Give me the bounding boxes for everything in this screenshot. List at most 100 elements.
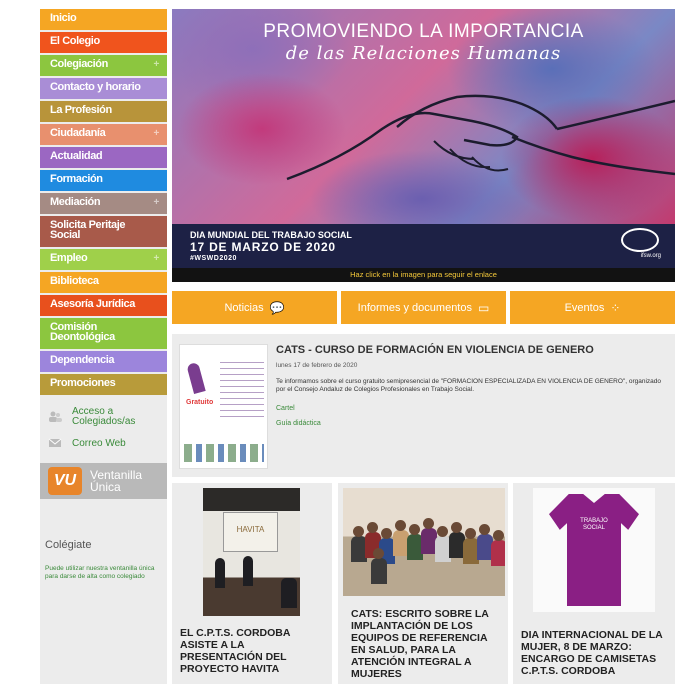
sidebar-item[interactable]: Inicio [40, 9, 167, 30]
t-shirt-print: TRABAJO SOCIAL [580, 518, 608, 531]
news-card-title[interactable]: CATS: ESCRITO SOBRE LA IMPLANTACIÓN DE L… [351, 608, 499, 680]
person-figure [281, 578, 297, 608]
poster-logos [184, 444, 264, 462]
sidebar-item[interactable]: Mediación + [40, 193, 167, 214]
sidebar-item-label: Actualidad [50, 150, 103, 162]
expand-plus-icon[interactable]: + [154, 60, 160, 70]
person-head [451, 522, 462, 533]
news-card-image[interactable] [343, 488, 505, 596]
sidebar-item-label: Colegiación [50, 58, 108, 70]
person-head [367, 522, 378, 533]
sidebar-item[interactable]: La Profesión [40, 101, 167, 122]
sidebar-item[interactable]: Asesoría Jurídica [40, 295, 167, 316]
featured-title[interactable]: CATS - CURSO DE FORMACIÓN EN VIOLENCIA D… [276, 344, 594, 356]
expand-plus-icon[interactable]: + [154, 129, 160, 139]
sidebar-item[interactable]: Contacto y horario [40, 78, 167, 99]
sidebar-item-label: Comisión Deontológica [50, 321, 115, 343]
spinner-icon: ⁘ [610, 300, 621, 315]
sidebar: Inicio El Colegio Colegiación + Contacto y h… [40, 9, 167, 684]
section-tabs: Noticias 💬 Informes y documentos ▭ Event… [172, 291, 675, 324]
sidebar-item[interactable]: Dependencia [40, 351, 167, 372]
news-card-image[interactable]: HAVITA [203, 488, 300, 616]
user-group-icon [49, 411, 62, 422]
sidebar-item[interactable]: El Colegio [40, 32, 167, 53]
acceso-colegiados-link[interactable]: Acceso a Colegiados/as [48, 407, 167, 427]
person-head [493, 530, 504, 541]
sidebar-item-label: Promociones [50, 377, 116, 389]
sidebar-item-label: Mediación [50, 196, 101, 208]
news-card[interactable]: HAVITA EL C.P.T.S. CORDOBA ASISTE A LA P… [172, 483, 332, 684]
guia-didactica-link[interactable]: Guía didáctica [276, 420, 321, 427]
person-body [491, 540, 505, 566]
banner-click-hint[interactable]: Haz click en la imagen para seguir el en… [172, 268, 675, 282]
sidebar-item[interactable]: Promociones [40, 374, 167, 395]
sidebar-item-label: Solicita Peritaje Social [50, 219, 126, 241]
person-head [373, 548, 384, 559]
person-head [353, 526, 364, 537]
sidebar-item-label: El Colegio [50, 35, 100, 47]
featured-thumbnail[interactable]: Gratuito [179, 344, 268, 469]
poster-text-lines [220, 357, 264, 417]
ifsw-url: ifsw.org [640, 253, 661, 259]
tab-noticias[interactable]: Noticias 💬 [172, 291, 337, 324]
person-head [479, 524, 490, 535]
featured-article: Gratuito CATS - CURSO DE FORMACIÓN EN VI… [172, 334, 675, 477]
banner-hashtag: #WSWD2020 [190, 255, 237, 262]
sidebar-menu: Inicio El Colegio Colegiación + Contacto y h… [40, 9, 167, 395]
person-figure [215, 558, 225, 588]
banner-footer: DIA MUNDIAL DEL TRABAJO SOCIAL 17 DE MAR… [172, 224, 675, 268]
sidebar-item-label: La Profesión [50, 104, 112, 116]
sidebar-item-label: Asesoría Jurídica [50, 298, 135, 310]
poster-gratuito: Gratuito [186, 399, 214, 406]
sidebar-item[interactable]: Colegiación + [40, 55, 167, 76]
sidebar-item[interactable]: Empleo + [40, 249, 167, 270]
tab-noticias-label: Noticias [224, 301, 264, 314]
news-card[interactable]: TRABAJO SOCIAL DIA INTERNACIONAL DE LA M… [513, 483, 675, 684]
person-head [437, 526, 448, 537]
expand-plus-icon[interactable]: + [154, 198, 160, 208]
banner-image[interactable]: PROMOVIENDO LA IMPORTANCIA de las Relaci… [172, 9, 675, 224]
chat-icon: 💬 [269, 300, 285, 315]
ribbon-icon [186, 361, 206, 395]
banner-title: PROMOVIENDO LA IMPORTANCIA [263, 21, 584, 42]
sidebar-item-label: Empleo [50, 252, 88, 264]
correo-web-link[interactable]: Correo Web [48, 437, 167, 449]
sidebar-item[interactable]: Comisión Deontológica [40, 318, 167, 349]
sidebar-item-label: Dependencia [50, 354, 115, 366]
banner-event-date: 17 DE MARZO DE 2020 [190, 240, 336, 254]
sidebar-item-label: Biblioteca [50, 275, 99, 287]
featured-date: lunes 17 de febrero de 2020 [276, 362, 358, 369]
ventanilla-unica-label: Ventanilla Única [90, 468, 143, 494]
tab-eventos-label: Eventos [564, 301, 605, 314]
banner[interactable]: PROMOVIENDO LA IMPORTANCIA de las Relaci… [172, 9, 675, 282]
tab-eventos[interactable]: Eventos ⁘ [510, 291, 675, 324]
sidebar-item-label: Formación [50, 173, 103, 185]
colegiate-heading: Colégiate [45, 539, 92, 551]
tab-informes-label: Informes y documentos [357, 301, 472, 314]
sidebar-item[interactable]: Biblioteca [40, 272, 167, 293]
person-head [465, 528, 476, 539]
news-card-title[interactable]: DIA INTERNACIONAL DE LA MUJER, 8 DE MARZ… [521, 629, 669, 677]
tab-informes[interactable]: Informes y documentos ▭ [341, 291, 506, 324]
person-body [371, 558, 387, 584]
sidebar-item[interactable]: Formación [40, 170, 167, 191]
news-card-image[interactable]: TRABAJO SOCIAL [533, 488, 655, 612]
t-shirt-image [549, 494, 639, 606]
colegiate-text[interactable]: Puede utilizar nuestra ventanilla única … [45, 565, 160, 581]
cartel-link[interactable]: Cartel [276, 405, 295, 412]
expand-plus-icon[interactable]: + [154, 254, 160, 264]
news-card[interactable]: CATS: ESCRITO SOBRE LA IMPLANTACIÓN DE L… [338, 483, 508, 684]
featured-description: Te informamos sobre el curso gratuito se… [276, 378, 662, 393]
projection-screen: HAVITA [223, 512, 278, 552]
sidebar-item[interactable]: Ciudadanía + [40, 124, 167, 145]
news-card-title[interactable]: EL C.P.T.S. CORDOBA ASISTE A LA PRESENTA… [180, 627, 310, 675]
person-head [423, 518, 434, 529]
ventanilla-unica-link[interactable]: VU Ventanilla Única [40, 463, 167, 499]
person-head [381, 528, 392, 539]
monitor-icon: ▭ [478, 300, 490, 315]
sidebar-item[interactable]: Actualidad [40, 147, 167, 168]
person-head [395, 520, 406, 531]
person-head [409, 524, 420, 535]
sidebar-item[interactable]: Solicita Peritaje Social [40, 216, 167, 247]
banner-event-name: DIA MUNDIAL DEL TRABAJO SOCIAL [190, 230, 352, 240]
